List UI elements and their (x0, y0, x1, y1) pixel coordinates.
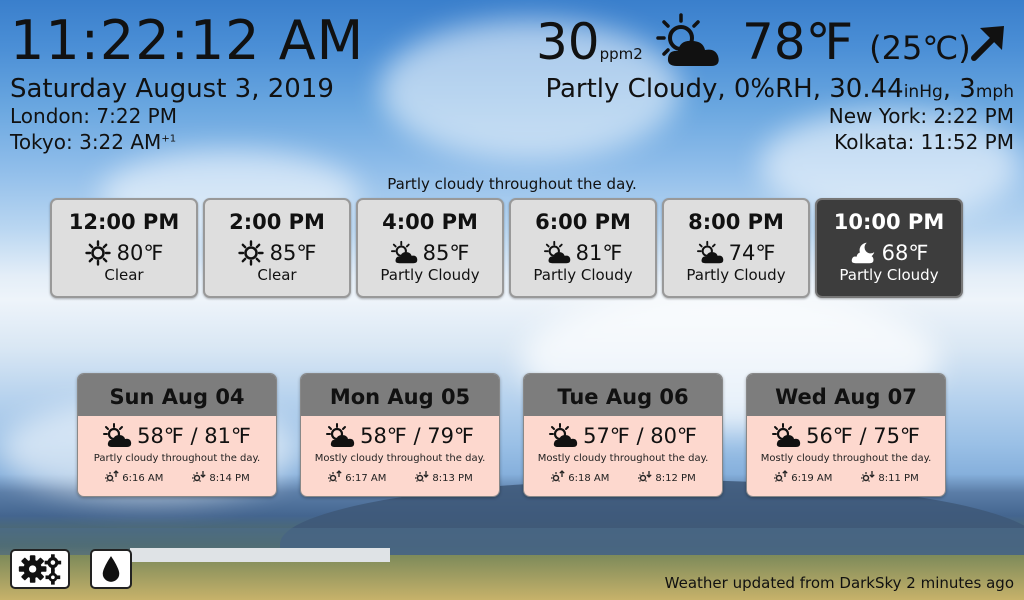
partly-cloudy-day-icon (772, 423, 801, 449)
hourly-condition: Clear (257, 266, 297, 284)
temp-fahrenheit: 78℉ (742, 13, 854, 71)
hourly-card: 10:00 PM 68℉ Partly Cloudy (815, 198, 963, 298)
gears-icon (18, 554, 62, 585)
daily-forecast: Sun Aug 04 58℉ / 81℉ Partly cloudy throu… (77, 373, 946, 497)
settings-button[interactable] (10, 549, 70, 589)
hourly-temp: 81℉ (575, 241, 623, 265)
hourly-time: 10:00 PM (833, 210, 945, 234)
hourly-time: 12:00 PM (68, 210, 180, 234)
daily-temps: 58℉ / 79℉ (360, 424, 474, 448)
daily-day: Wed Aug 07 (747, 374, 945, 416)
daily-card: Mon Aug 05 58℉ / 79℉ Mostly cloudy throu… (300, 373, 500, 497)
sunrise-icon (104, 470, 120, 484)
clock-time: 11:22:12 AM (10, 9, 365, 72)
daily-day: Mon Aug 05 (301, 374, 499, 416)
sunset-time: 8:13 PM (432, 473, 473, 484)
partly-cloudy-day-icon (696, 240, 723, 266)
day-offset: +1 (161, 133, 177, 145)
hourly-card: 6:00 PM 81℉ Partly Cloudy (509, 198, 657, 298)
daily-day: Sun Aug 04 (78, 374, 276, 416)
daily-day: Tue Aug 06 (524, 374, 722, 416)
hourly-card: 2:00 PM 85℉ Clear (203, 198, 351, 298)
world-clock-tokyo: Tokyo: 3:22 AM+1 (10, 130, 177, 154)
sunset-icon (191, 470, 207, 484)
sunset: 8:13 PM (414, 470, 473, 484)
sunrise: 6:17 AM (327, 470, 386, 484)
temp-celsius: (25℃) (869, 29, 971, 67)
daily-summary: Mostly cloudy throughout the day. (537, 453, 709, 464)
daily-card: Wed Aug 07 56℉ / 75℉ Mostly cloudy throu… (746, 373, 946, 497)
daily-summary: Mostly cloudy throughout the day. (314, 453, 486, 464)
sunrise-time: 6:17 AM (345, 473, 387, 484)
hourly-temp: 80℉ (116, 241, 164, 265)
sunset: 8:12 PM (637, 470, 696, 484)
wind-direction-arrow-icon (966, 20, 1010, 64)
hourly-temp: 85℉ (269, 241, 317, 265)
hourly-temp: 74℉ (728, 241, 776, 265)
sunrise: 6:19 AM (773, 470, 832, 484)
sunrise-icon (327, 470, 343, 484)
current-temperature: 78℉ (25℃) (742, 12, 971, 78)
sunrise-icon (550, 470, 566, 484)
hourly-condition: Clear (104, 266, 144, 284)
sunset-time: 8:11 PM (878, 473, 919, 484)
daily-card: Tue Aug 06 57℉ / 80℉ Mostly cloudy throu… (523, 373, 723, 497)
daily-summary: Mostly cloudy throughout the day. (760, 453, 932, 464)
hourly-card: 4:00 PM 85℉ Partly Cloudy (356, 198, 504, 298)
sunrise-time: 6:16 AM (122, 473, 164, 484)
day-summary: Partly cloudy throughout the day. (387, 175, 637, 193)
hourly-card: 8:00 PM 74℉ Partly Cloudy (662, 198, 810, 298)
humidity-button[interactable] (90, 549, 132, 589)
hourly-condition: Partly Cloudy (380, 266, 480, 284)
water-drop-icon (102, 556, 120, 582)
clear-day-icon (84, 240, 111, 266)
partly-cloudy-day-icon (103, 423, 132, 449)
partly-cloudy-day-icon (326, 423, 355, 449)
sunrise: 6:18 AM (550, 470, 609, 484)
clear-day-icon (237, 240, 264, 266)
sunset-icon (414, 470, 430, 484)
hourly-condition: Partly Cloudy (686, 266, 786, 284)
sunrise-icon (773, 470, 789, 484)
world-clock-london: London: 7:22 PM (10, 104, 177, 128)
world-clock-kolkata: Kolkata: 11:52 PM (834, 130, 1014, 154)
sunrise: 6:16 AM (104, 470, 163, 484)
current-summary: Partly Cloudy, 0%RH, 30.44inHg, 3mph (545, 74, 1014, 104)
partly-cloudy-night-icon (850, 240, 876, 266)
partly-cloudy-day-icon (655, 12, 727, 72)
sunrise-time: 6:19 AM (791, 473, 833, 484)
sunset: 8:11 PM (860, 470, 919, 484)
hourly-condition: Partly Cloudy (533, 266, 633, 284)
sunset-icon (860, 470, 876, 484)
update-status: Weather updated from DarkSky 2 minutes a… (664, 574, 1014, 592)
partly-cloudy-day-icon (390, 240, 417, 266)
air-quality-value: 30 (536, 13, 600, 71)
hourly-condition: Partly Cloudy (839, 266, 939, 284)
hourly-temp: 68℉ (881, 241, 929, 265)
hourly-time: 4:00 PM (382, 210, 478, 234)
sunset-icon (637, 470, 653, 484)
sunset-time: 8:12 PM (655, 473, 696, 484)
sunset-time: 8:14 PM (209, 473, 250, 484)
daily-summary: Partly cloudy throughout the day. (93, 453, 261, 464)
clock-date: Saturday August 3, 2019 (10, 74, 334, 104)
hourly-time: 6:00 PM (535, 210, 631, 234)
hourly-forecast: 12:00 PM 80℉ Clear 2:00 PM 85℉ Clear 4:0… (50, 198, 963, 298)
daily-temps: 58℉ / 81℉ (137, 424, 251, 448)
sunrise-time: 6:18 AM (568, 473, 610, 484)
daily-temps: 57℉ / 80℉ (583, 424, 697, 448)
daily-card: Sun Aug 04 58℉ / 81℉ Partly cloudy throu… (77, 373, 277, 497)
hourly-temp: 85℉ (422, 241, 470, 265)
air-quality-unit: ppm2 (599, 45, 643, 63)
partly-cloudy-day-icon (549, 423, 578, 449)
sunset: 8:14 PM (191, 470, 250, 484)
daily-temps: 56℉ / 75℉ (806, 424, 920, 448)
partly-cloudy-day-icon (543, 240, 570, 266)
world-clock-new-york: New York: 2:22 PM (828, 104, 1014, 128)
hourly-time: 8:00 PM (688, 210, 784, 234)
hourly-time: 2:00 PM (229, 210, 325, 234)
hourly-card: 12:00 PM 80℉ Clear (50, 198, 198, 298)
